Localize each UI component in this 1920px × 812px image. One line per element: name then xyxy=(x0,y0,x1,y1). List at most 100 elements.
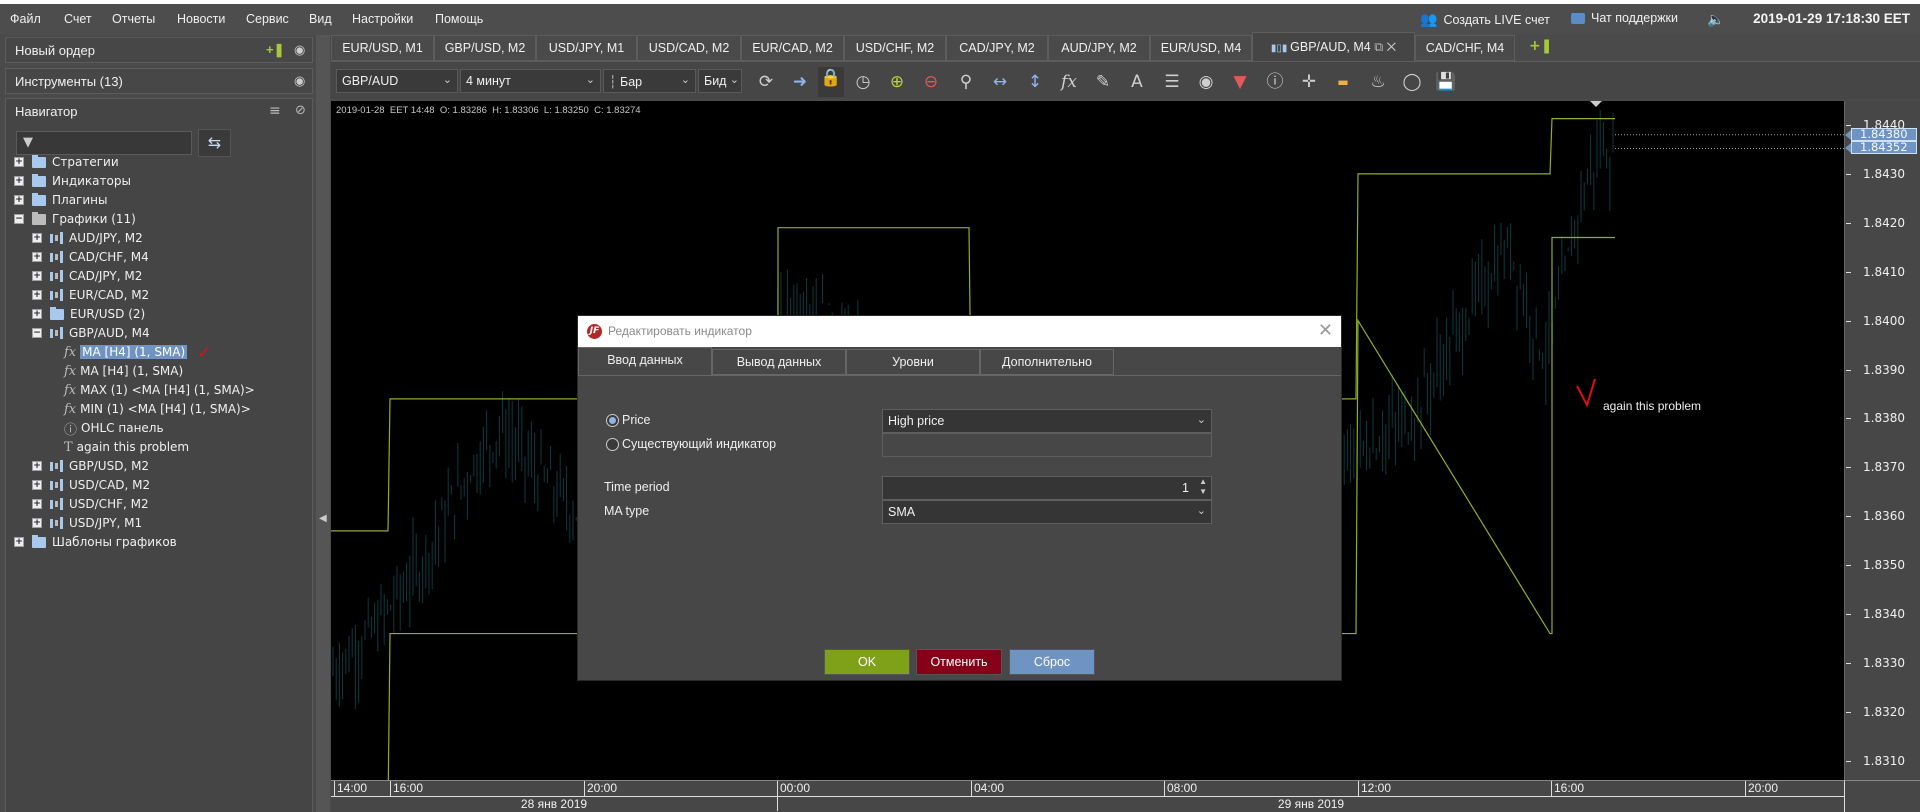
tree-item[interactable]: − GBP/AUD, M4 xyxy=(32,324,150,342)
menu-reports[interactable]: Отчеты xyxy=(112,12,155,26)
existing-indicator-radio[interactable] xyxy=(606,438,619,451)
tree-item[interactable]: + EUR/CAD, M2 xyxy=(32,286,149,304)
chart-tab[interactable]: EUR/CAD, M2 xyxy=(741,35,844,61)
menu-news[interactable]: Новости xyxy=(177,12,225,26)
zoom-in-icon[interactable]: ⊕ xyxy=(886,71,908,93)
expand-icon[interactable]: + xyxy=(32,252,42,262)
zoom-time-icon[interactable]: ◷ xyxy=(852,71,874,93)
save-icon[interactable]: 💾 xyxy=(1435,71,1457,93)
tree-item[interactable]: + GBP/USD, M2 xyxy=(32,457,149,475)
price-radio[interactable] xyxy=(606,414,619,427)
chart-tab[interactable]: ▮▯▮ GBP/AUD, M4 ⧉ ✕ xyxy=(1252,32,1415,61)
expand-icon[interactable]: + xyxy=(32,480,42,490)
price-source-select[interactable]: High price ⌄ xyxy=(882,409,1212,433)
cancel-button[interactable]: Отменить xyxy=(916,649,1002,675)
tree-item[interactable]: + USD/CAD, M2 xyxy=(32,476,150,494)
zoom-area-icon[interactable]: ⚲ xyxy=(955,71,977,93)
price-axis[interactable]: 1.8440 1.8430 1.8420 1.8410 1.8400 1.8390 1.83… xyxy=(1844,101,1920,780)
dialog-header[interactable]: JF Редактировать индикатор ✕ xyxy=(578,316,1341,347)
menu-view[interactable]: Вид xyxy=(309,12,332,26)
tree-item[interactable]: + AUD/JPY, M2 xyxy=(32,229,143,247)
expand-icon[interactable]: + xyxy=(14,195,24,205)
tree-item[interactable]: fx MA [H4] (1, SMA) ✓ xyxy=(54,343,211,362)
chart-tab[interactable]: USD/CHF, M2 xyxy=(844,35,946,61)
tree-item[interactable]: fx MAX (1) <MA [H4] (1, SMA)> xyxy=(54,381,255,399)
tab-advanced[interactable]: Дополнительно xyxy=(980,349,1114,375)
menu-service[interactable]: Сервис xyxy=(246,12,289,26)
templates-icon[interactable]: ◯ xyxy=(1401,71,1423,93)
tab-input[interactable]: Ввод данных xyxy=(578,347,712,376)
shift-right-icon[interactable]: ➜ xyxy=(789,71,811,93)
lock-icon[interactable]: 🔒 xyxy=(818,67,844,97)
tree-item[interactable]: fx MIN (1) <MA [H4] (1, SMA)> xyxy=(54,400,251,418)
chart-tab[interactable]: CAD/JPY, M2 xyxy=(946,35,1048,61)
reset-button[interactable]: Сброс xyxy=(1009,649,1095,675)
chart-tab[interactable]: USD/JPY, M1 xyxy=(536,35,637,61)
crosshair-icon[interactable]: ✛ xyxy=(1298,71,1320,93)
tree-item[interactable]: ⓘ OHLC панель xyxy=(54,419,164,438)
add-chart-icon[interactable]: +❚ xyxy=(266,42,284,58)
time-period-spinner[interactable]: 1 ▲ ▼ xyxy=(882,476,1212,500)
tab-levels[interactable]: Уровни xyxy=(846,349,980,375)
tree-item[interactable]: fx MA [H4] (1, SMA) xyxy=(54,362,183,380)
sound-icon[interactable]: 🔈 xyxy=(1707,11,1724,28)
tree-item[interactable]: + USD/JPY, M1 xyxy=(32,514,142,532)
zoom-out-icon[interactable]: ⊖ xyxy=(920,71,942,93)
tree-item[interactable]: + Индикаторы xyxy=(14,172,131,190)
fill-bucket-icon[interactable]: ♨ xyxy=(1367,71,1389,93)
eye-icon[interactable]: ◉ xyxy=(294,42,305,58)
filter-input[interactable]: ▼ xyxy=(16,131,192,155)
horizontal-scale-icon[interactable]: ↔ xyxy=(989,71,1011,93)
menu-help[interactable]: Помощь xyxy=(435,12,483,26)
menu-settings[interactable]: Настройки xyxy=(352,12,413,26)
price-side-select[interactable]: Бид ⌄ xyxy=(698,69,742,93)
tree-item[interactable]: + CAD/JPY, M2 xyxy=(32,267,142,285)
collapse-icon[interactable]: − xyxy=(14,214,24,224)
text-tool-icon[interactable]: A xyxy=(1126,71,1148,93)
expand-icon[interactable]: + xyxy=(14,537,24,547)
menu-account[interactable]: Счет xyxy=(64,12,92,26)
chart-tab[interactable]: USD/CAD, M2 xyxy=(637,35,741,61)
tree-item[interactable]: + CAD/CHF, M4 xyxy=(32,248,149,266)
instrument-select[interactable]: GBP/AUD ⌄ xyxy=(336,69,458,93)
chart-tab[interactable]: EUR/USD, M1 xyxy=(331,35,434,61)
drawing-pencil-icon[interactable]: ✎ xyxy=(1092,71,1114,93)
ma-type-select[interactable]: SMA ⌄ xyxy=(882,500,1212,524)
vertical-scale-icon[interactable]: ↕ xyxy=(1024,71,1046,93)
menu-icon[interactable]: ≡ xyxy=(269,103,281,119)
layers-icon[interactable]: ☰ xyxy=(1161,71,1183,93)
detach-icon[interactable]: ⧉ xyxy=(1371,40,1383,54)
expand-icon[interactable]: + xyxy=(32,309,42,319)
period-select[interactable]: 4 минут ⌄ xyxy=(460,69,601,93)
time-axis[interactable]: 14:00 16:00 20:00 00:00 04:00 08:00 12:00 16:00… xyxy=(331,780,1844,812)
expand-icon[interactable]: + xyxy=(32,271,42,281)
expand-icon[interactable]: + xyxy=(14,176,24,186)
info-icon[interactable]: ⓘ xyxy=(1264,71,1286,93)
tree-item[interactable]: + Стратегии xyxy=(14,153,119,171)
support-chat-link[interactable]: Чат поддержки xyxy=(1571,11,1678,25)
ok-button[interactable]: OK xyxy=(824,649,910,675)
expand-icon[interactable]: + xyxy=(32,290,42,300)
tree-item[interactable]: − Графики (11) xyxy=(14,210,136,228)
alerts-icon[interactable]: ▼ xyxy=(1229,71,1251,93)
tab-output[interactable]: Вывод данных xyxy=(712,349,846,375)
panel-splitter[interactable]: ◀ xyxy=(316,35,330,812)
refresh-icon[interactable]: ⟳ xyxy=(755,71,777,93)
chart-tab[interactable]: EUR/USD, M4 xyxy=(1150,35,1252,61)
expand-icon[interactable]: + xyxy=(32,518,42,528)
instruments-panel[interactable]: Инструменты (13) ◉ xyxy=(5,68,313,94)
chart-annotation-text[interactable]: again this problem xyxy=(1603,399,1701,413)
tree-item[interactable]: Tagain this problem xyxy=(54,438,189,456)
chart-tab[interactable]: CAD/CHF, M4 xyxy=(1415,35,1515,61)
visibility-icon[interactable]: ◉ xyxy=(1195,71,1217,93)
expand-icon[interactable]: + xyxy=(32,233,42,243)
spinner-arrows-icon[interactable]: ▲ ▼ xyxy=(1199,477,1207,497)
collapse-arrow-icon[interactable]: ◀ xyxy=(319,513,327,524)
existing-indicator-select[interactable] xyxy=(882,433,1212,457)
expand-icon[interactable]: + xyxy=(14,157,24,167)
collapse-icon[interactable]: − xyxy=(32,328,42,338)
swap-button[interactable]: ⇆ xyxy=(198,129,231,157)
add-chart-icon[interactable]: +❚ xyxy=(1529,38,1552,54)
tree-item[interactable]: + Шаблоны графиков xyxy=(14,533,177,551)
chart-type-select[interactable]: ┆ Бар ⌄ xyxy=(603,69,696,93)
